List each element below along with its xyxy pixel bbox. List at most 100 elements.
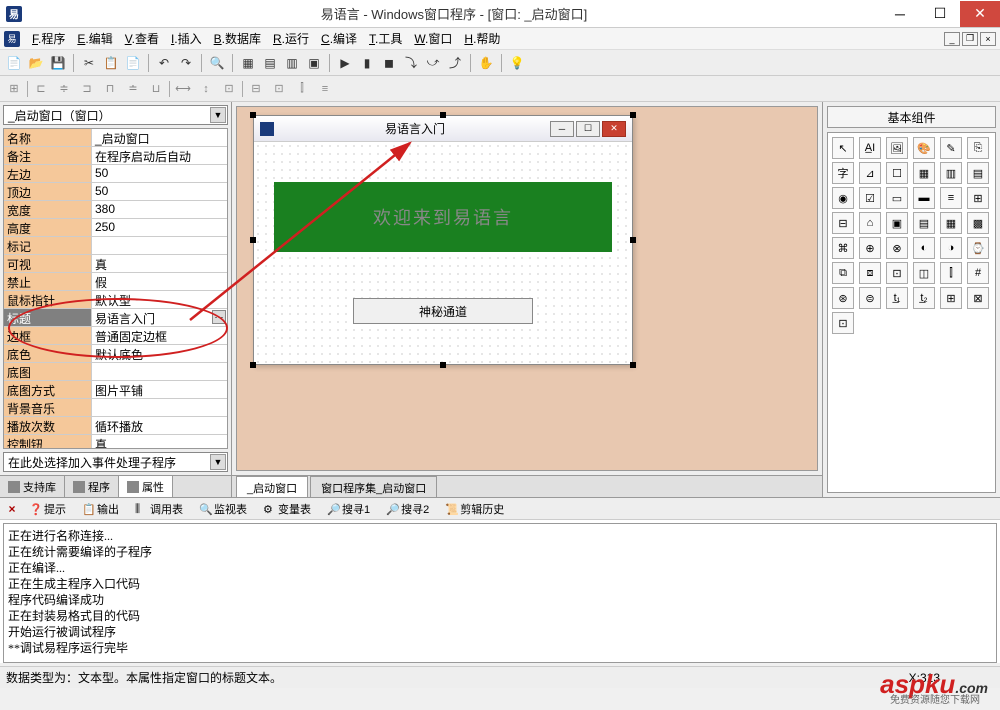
space-h-button[interactable]: ⫿: [292, 79, 312, 99]
layout1-button[interactable]: ▦: [238, 53, 258, 73]
property-row[interactable]: 高度250: [4, 219, 227, 237]
property-value[interactable]: 50: [92, 183, 227, 200]
left-tab[interactable]: 属性: [119, 476, 173, 497]
palette-item[interactable]: ▬: [913, 187, 935, 209]
form-preview[interactable]: 易语言入门 ─ ☐ ✕ 欢迎来到易语言 神秘通道: [253, 115, 633, 365]
align-left-button[interactable]: ⊏: [31, 79, 51, 99]
left-tab[interactable]: 程序: [65, 476, 119, 497]
property-value[interactable]: 380: [92, 201, 227, 218]
minimize-button[interactable]: ─: [880, 1, 920, 27]
palette-item[interactable]: ◫: [913, 262, 935, 284]
help-button[interactable]: 💡: [507, 53, 527, 73]
property-value[interactable]: 假: [92, 273, 227, 290]
property-value[interactable]: 易语言入门⋯: [92, 309, 227, 326]
center-v-button[interactable]: ⊡: [269, 79, 289, 99]
palette-item[interactable]: ⎘: [967, 137, 989, 159]
property-value[interactable]: [92, 237, 227, 254]
palette-item[interactable]: ⌘: [832, 237, 854, 259]
property-row[interactable]: 标记: [4, 237, 227, 255]
menu-item[interactable]: C.编译: [315, 28, 363, 49]
palette-item[interactable]: ⧈: [859, 262, 881, 284]
stop-button[interactable]: ◼: [379, 53, 399, 73]
property-row[interactable]: 控制钮真: [4, 435, 227, 449]
palette-item[interactable]: ⊿: [859, 162, 881, 184]
palette-item[interactable]: ⧉: [832, 262, 854, 284]
palette-item[interactable]: ⊛: [832, 287, 854, 309]
cut-button[interactable]: ✂: [79, 53, 99, 73]
mdi-close-button[interactable]: ×: [980, 32, 996, 46]
palette-item[interactable]: ▤: [967, 162, 989, 184]
output-tab[interactable]: 🔎搜寻1: [320, 498, 377, 520]
pause-button[interactable]: ▮: [357, 53, 377, 73]
paste-button[interactable]: 📄: [123, 53, 143, 73]
property-row[interactable]: 鼠标指针默认型: [4, 291, 227, 309]
property-row[interactable]: 背景音乐: [4, 399, 227, 417]
run-button[interactable]: ▶: [335, 53, 355, 73]
palette-item[interactable]: 🎨: [913, 137, 935, 159]
palette-item[interactable]: ⊡: [886, 262, 908, 284]
property-value[interactable]: [92, 399, 227, 416]
palette-item[interactable]: ↖: [832, 137, 854, 159]
palette-item[interactable]: ☐: [886, 162, 908, 184]
palette-item[interactable]: ▤: [913, 212, 935, 234]
align-middle-button[interactable]: ≐: [123, 79, 143, 99]
output-tab[interactable]: ⫼调用表: [128, 498, 190, 520]
menu-item[interactable]: I.插入: [165, 28, 208, 49]
property-value[interactable]: 默认底色: [92, 345, 227, 362]
output-tab[interactable]: 📜剪辑历史: [438, 498, 511, 520]
property-value[interactable]: 250: [92, 219, 227, 236]
palette-item[interactable]: ⊜: [859, 287, 881, 309]
palette-item[interactable]: ⊕: [859, 237, 881, 259]
stepover-button[interactable]: ⤻: [423, 53, 443, 73]
palette-item[interactable]: t̲₁: [886, 287, 908, 309]
palette-item[interactable]: ▩: [967, 212, 989, 234]
dropdown-icon[interactable]: ▼: [210, 454, 226, 470]
property-row[interactable]: 标题易语言入门⋯: [4, 309, 227, 327]
palette-item[interactable]: ⊠: [967, 287, 989, 309]
menu-item[interactable]: H.帮助: [458, 28, 506, 49]
align-bottom-button[interactable]: ⊔: [146, 79, 166, 99]
property-value[interactable]: 默认型: [92, 291, 227, 308]
layout3-button[interactable]: ▥: [282, 53, 302, 73]
space-v-button[interactable]: ≡: [315, 79, 335, 99]
grid-button[interactable]: ⊞: [4, 79, 24, 99]
undo-button[interactable]: ↶: [154, 53, 174, 73]
output-tab[interactable]: 📋输出: [75, 498, 126, 520]
output-tab[interactable]: 🔍监视表: [192, 498, 254, 520]
property-row[interactable]: 备注在程序启动后自动: [4, 147, 227, 165]
palette-item[interactable]: 字: [832, 162, 854, 184]
stepout-button[interactable]: ⤴: [445, 53, 465, 73]
mdi-minimize-button[interactable]: _: [944, 32, 960, 46]
save-button[interactable]: 💾: [48, 53, 68, 73]
output-tab[interactable]: ⚙变量表: [256, 498, 318, 520]
edit-button[interactable]: ⋯: [212, 310, 226, 324]
event-selector[interactable]: 在此处选择加入事件处理子程序 ▼: [3, 452, 228, 472]
palette-item[interactable]: ⊞: [940, 287, 962, 309]
center-h-button[interactable]: ⊟: [246, 79, 266, 99]
redo-button[interactable]: ↷: [176, 53, 196, 73]
menu-item[interactable]: F.程序: [26, 28, 71, 49]
layout4-button[interactable]: ▣: [304, 53, 324, 73]
property-value[interactable]: 真: [92, 255, 227, 272]
align-center-button[interactable]: ≑: [54, 79, 74, 99]
property-value[interactable]: 50: [92, 165, 227, 182]
mdi-restore-button[interactable]: ❐: [962, 32, 978, 46]
copy-button[interactable]: 📋: [101, 53, 121, 73]
palette-item[interactable]: ⊗: [886, 237, 908, 259]
palette-item[interactable]: ⊟: [832, 212, 854, 234]
menu-item[interactable]: R.运行: [267, 28, 315, 49]
palette-item[interactable]: ≡: [940, 187, 962, 209]
close-button[interactable]: ✕: [960, 1, 1000, 27]
palette-item[interactable]: ◑: [940, 237, 962, 259]
palette-item[interactable]: ▣: [886, 212, 908, 234]
property-value[interactable]: 真: [92, 435, 227, 449]
find-button[interactable]: 🔍: [207, 53, 227, 73]
property-value[interactable]: _启动窗口: [92, 129, 227, 146]
palette-item[interactable]: ✎: [940, 137, 962, 159]
property-row[interactable]: 播放次数循环播放: [4, 417, 227, 435]
palette-item[interactable]: ⊡: [832, 312, 854, 334]
property-row[interactable]: 顶边50: [4, 183, 227, 201]
dropdown-icon[interactable]: ▼: [210, 107, 226, 123]
menu-item[interactable]: V.查看: [119, 28, 165, 49]
menu-item[interactable]: T.工具: [363, 28, 408, 49]
